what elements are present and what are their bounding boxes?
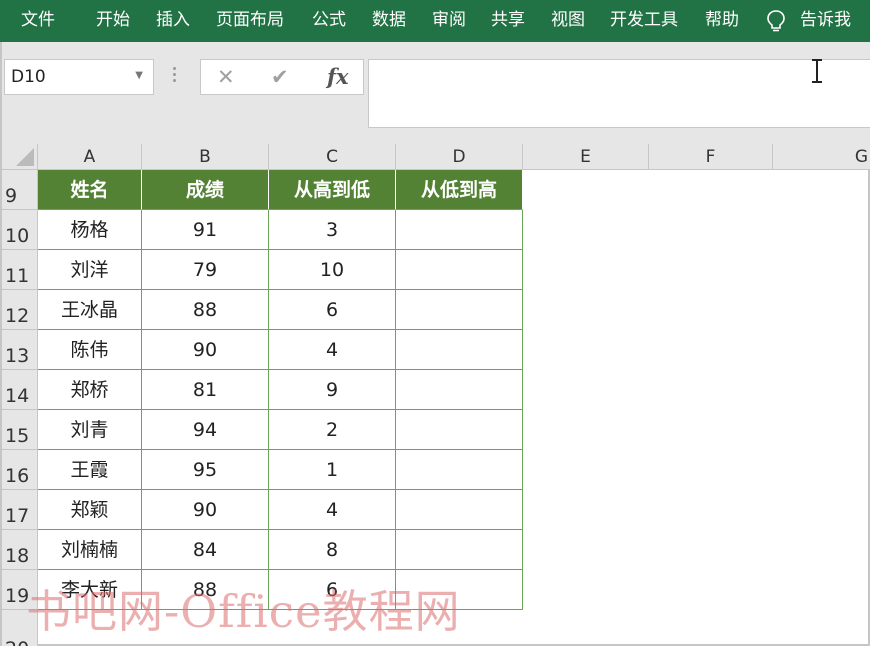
row-header[interactable]: 19 (2, 570, 38, 610)
table-cell[interactable]: 6 (269, 570, 396, 610)
table-cell[interactable] (396, 410, 523, 450)
table-cell[interactable] (396, 530, 523, 570)
column-header-d[interactable]: D (396, 144, 523, 170)
drag-handle-icon[interactable] (173, 67, 177, 85)
table-cell[interactable]: 95 (142, 450, 269, 490)
formula-input[interactable] (368, 59, 870, 128)
name-box[interactable]: D10 ▼ (4, 59, 154, 95)
table-cell[interactable]: 94 (142, 410, 269, 450)
column-header-f[interactable]: F (649, 144, 773, 170)
menu-formulas[interactable]: 公式 (312, 9, 346, 31)
table-cell[interactable]: 刘洋 (38, 250, 142, 290)
row-header[interactable]: 11 (2, 250, 38, 290)
table-cell[interactable]: 杨格 (38, 210, 142, 250)
column-header-g[interactable]: G (773, 144, 870, 170)
table-cell[interactable] (396, 330, 523, 370)
table-cell[interactable]: 刘楠楠 (38, 530, 142, 570)
table-cell[interactable]: 郑桥 (38, 370, 142, 410)
row-header[interactable]: 20 (2, 610, 38, 646)
table-cell[interactable]: 84 (142, 530, 269, 570)
chevron-down-icon[interactable]: ▼ (135, 70, 143, 81)
close-icon[interactable]: ✕ (217, 65, 235, 89)
table-cell[interactable]: 9 (269, 370, 396, 410)
menu-home[interactable]: 开始 (96, 9, 130, 31)
column-header-e[interactable]: E (523, 144, 649, 170)
table-cell[interactable]: 王冰晶 (38, 290, 142, 330)
row-header[interactable]: 18 (2, 530, 38, 570)
table-cell[interactable] (396, 250, 523, 290)
row-header[interactable]: 17 (2, 490, 38, 530)
table-header-cell[interactable]: 从低到高 (396, 170, 523, 210)
table-cell[interactable]: 4 (269, 330, 396, 370)
table-cell[interactable]: 刘青 (38, 410, 142, 450)
table-cell[interactable]: 79 (142, 250, 269, 290)
menu-tell-me[interactable]: 告诉我 (800, 9, 851, 31)
column-header-b[interactable]: B (142, 144, 269, 170)
row-header[interactable]: 13 (2, 330, 38, 370)
table-cell[interactable]: 8 (269, 530, 396, 570)
menu-insert[interactable]: 插入 (156, 9, 190, 31)
table-header-cell[interactable]: 姓名 (38, 170, 142, 210)
table-cell[interactable] (396, 490, 523, 530)
menu-share[interactable]: 共享 (491, 9, 525, 31)
table-cell[interactable]: 90 (142, 490, 269, 530)
row-header[interactable]: 9 (2, 170, 38, 210)
table-cell[interactable]: 88 (142, 290, 269, 330)
table-cell[interactable]: 1 (269, 450, 396, 490)
table-cell[interactable]: 郑颖 (38, 490, 142, 530)
ribbon-menu-bar: 文件 开始 插入 页面布局 公式 数据 审阅 共享 视图 开发工具 帮助 告诉我 (0, 0, 870, 42)
table-header-cell[interactable]: 从高到低 (269, 170, 396, 210)
table-cell[interactable]: 6 (269, 290, 396, 330)
menu-file[interactable]: 文件 (21, 9, 55, 31)
table-cell[interactable]: 81 (142, 370, 269, 410)
table-cell[interactable]: 2 (269, 410, 396, 450)
table-cell[interactable]: 4 (269, 490, 396, 530)
menu-view[interactable]: 视图 (551, 9, 585, 31)
row-header[interactable]: 16 (2, 450, 38, 490)
table-cell[interactable] (396, 290, 523, 330)
column-header-a[interactable]: A (38, 144, 142, 170)
lightbulb-icon[interactable] (766, 9, 786, 33)
table-cell[interactable] (396, 570, 523, 610)
menu-page-layout[interactable]: 页面布局 (216, 9, 284, 31)
table-cell[interactable]: 李大新 (38, 570, 142, 610)
table-cell[interactable] (396, 210, 523, 250)
table-cell[interactable]: 91 (142, 210, 269, 250)
menu-help[interactable]: 帮助 (705, 9, 739, 31)
menu-data[interactable]: 数据 (372, 9, 406, 31)
formula-buttons: ✕ ✔ fx (200, 59, 364, 95)
menu-developer[interactable]: 开发工具 (610, 9, 678, 31)
column-header-c[interactable]: C (269, 144, 396, 170)
table-cell[interactable]: 88 (142, 570, 269, 610)
spreadsheet-grid[interactable]: A B C D E F G 9 10 11 12 13 14 15 16 17 … (0, 144, 870, 646)
table-header-cell[interactable]: 成绩 (142, 170, 269, 210)
row-header[interactable]: 14 (2, 370, 38, 410)
select-all-button[interactable] (2, 144, 38, 170)
table-cell[interactable] (396, 370, 523, 410)
table-cell[interactable]: 10 (269, 250, 396, 290)
name-box-value: D10 (11, 67, 46, 87)
check-icon[interactable]: ✔ (271, 65, 289, 89)
text-cursor-icon (812, 59, 822, 83)
table-cell[interactable]: 陈伟 (38, 330, 142, 370)
row-header[interactable]: 15 (2, 410, 38, 450)
row-header[interactable]: 12 (2, 290, 38, 330)
table-cell[interactable]: 3 (269, 210, 396, 250)
table-cell[interactable]: 90 (142, 330, 269, 370)
formula-bar-area: D10 ▼ ✕ ✔ fx (0, 42, 870, 144)
row-header[interactable]: 10 (2, 210, 38, 250)
table-cell[interactable] (396, 450, 523, 490)
table-cell[interactable]: 王霞 (38, 450, 142, 490)
insert-function-icon[interactable]: fx (327, 64, 349, 89)
menu-review[interactable]: 审阅 (432, 9, 466, 31)
